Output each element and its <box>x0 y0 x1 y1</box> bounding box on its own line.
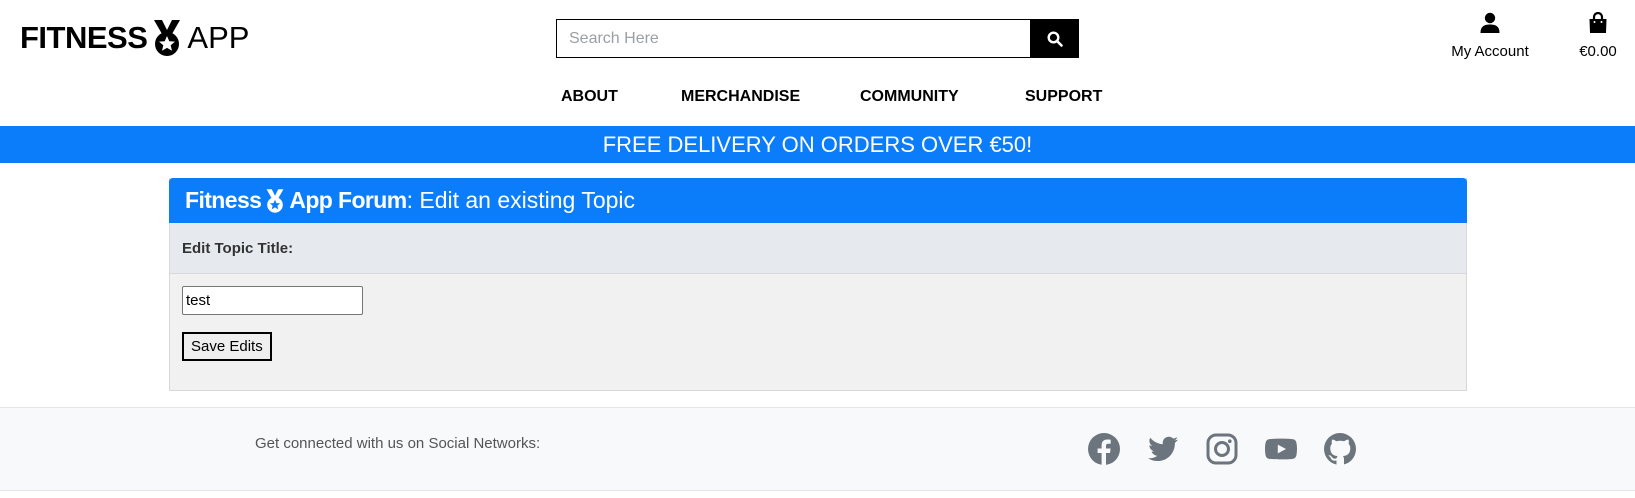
topic-title-input[interactable] <box>182 286 363 315</box>
twitter-icon[interactable] <box>1146 432 1180 466</box>
shopping-bag-link[interactable]: €0.00 <box>1568 11 1628 60</box>
bag-total: €0.00 <box>1579 43 1617 60</box>
facebook-icon[interactable] <box>1087 432 1121 466</box>
medal-icon <box>266 188 284 213</box>
promo-banner: FREE DELIVERY ON ORDERS OVER €50! <box>0 126 1635 163</box>
shopping-bag-icon <box>1589 11 1607 33</box>
main-nav: ABOUT MERCHANDISE COMMUNITY SUPPORT <box>0 88 1635 110</box>
card-header: Fitness App Forum : Edit an existing Top… <box>169 178 1467 223</box>
site-footer: Get connected with us on Social Networks… <box>0 407 1635 491</box>
save-edits-button[interactable]: Save Edits <box>182 332 272 361</box>
site-logo[interactable]: FITNESS APP <box>20 18 249 58</box>
medal-icon <box>154 20 181 56</box>
nav-support[interactable]: SUPPORT <box>1025 88 1102 106</box>
social-icons <box>1087 432 1382 466</box>
search-bar <box>556 19 1079 58</box>
search-icon <box>1047 30 1063 47</box>
nav-merchandise[interactable]: MERCHANDISE <box>681 88 800 106</box>
field-label: Edit Topic Title: <box>170 223 1466 274</box>
site-header: FITNESS APP My Account €0.0 <box>0 0 1635 126</box>
nav-community[interactable]: COMMUNITY <box>860 88 959 106</box>
forum-brand: Fitness App Forum <box>185 187 407 214</box>
search-button[interactable] <box>1030 19 1079 58</box>
page-title: : Edit an existing Topic <box>406 187 636 213</box>
youtube-icon[interactable] <box>1264 432 1298 466</box>
forum-brand-left: Fitness <box>185 187 262 213</box>
logo-text-bold: FITNESS <box>20 20 148 55</box>
user-icon <box>1480 12 1500 33</box>
edit-form: Save Edits <box>170 274 1466 373</box>
nav-about[interactable]: ABOUT <box>561 88 618 106</box>
edit-topic-card: Fitness App Forum : Edit an existing Top… <box>169 178 1467 391</box>
social-text: Get connected with us on Social Networks… <box>255 435 541 452</box>
forum-brand-right: App Forum <box>289 187 407 213</box>
my-account-label: My Account <box>1451 43 1529 60</box>
my-account-link[interactable]: My Account <box>1440 12 1540 60</box>
logo-text-light: APP <box>187 20 250 55</box>
search-input[interactable] <box>556 19 1031 58</box>
github-icon[interactable] <box>1323 432 1357 466</box>
instagram-icon[interactable] <box>1205 432 1239 466</box>
